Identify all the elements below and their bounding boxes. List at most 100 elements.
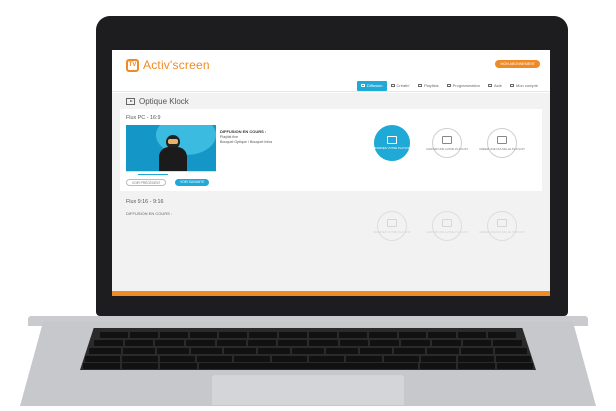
play-screen-icon [126, 98, 135, 105]
monitor-icon [361, 84, 366, 87]
calendar-icon [446, 84, 451, 87]
key [159, 332, 188, 338]
key [309, 340, 338, 346]
video-preview[interactable] [126, 125, 216, 171]
action-label: MODIFIER VOTRE PLAYLIST [373, 230, 411, 234]
flux-pc-panel: Flux PC - 16:9 DIFFUSION EN COURS : Play… [120, 109, 542, 191]
user-icon [509, 84, 514, 87]
key [493, 340, 523, 346]
key-row [85, 356, 531, 362]
main-content: Optique Klock Flux PC - 16:9 DIFFUSION E… [112, 93, 550, 291]
key [219, 332, 248, 338]
page-title-text: Optique Klock [139, 97, 189, 106]
key-row [94, 340, 523, 346]
key [431, 340, 461, 346]
flux-title: Flux PC - 16:9 [126, 115, 161, 121]
key [100, 332, 128, 338]
key [370, 340, 400, 346]
key [155, 340, 185, 346]
key [461, 348, 494, 354]
key [338, 332, 367, 338]
key [309, 332, 337, 338]
key [325, 348, 358, 354]
key [85, 356, 121, 362]
main-nav: Diffusion Créativ' Playlists Programmati… [112, 80, 550, 92]
next-button[interactable]: VOIR SUIVANTE [175, 179, 210, 186]
video-progress-bar[interactable] [126, 171, 216, 176]
nav-item-label: Créativ' [396, 83, 410, 88]
key [462, 340, 492, 346]
page-title: Optique Klock [126, 97, 189, 106]
key [458, 332, 487, 338]
key [368, 332, 397, 338]
nav-item-playlists[interactable]: Playlists [414, 81, 443, 91]
nav-item-programmation[interactable]: Programmation [443, 81, 484, 91]
nav-item-creativ[interactable]: Créativ' [387, 81, 414, 91]
diver-body [159, 147, 187, 171]
key [190, 348, 223, 354]
add-playlist-icon [487, 211, 517, 241]
nav-item-label: Mon compte [515, 83, 538, 88]
key [124, 340, 154, 346]
key [420, 356, 457, 362]
choose-playlist-action-disabled[interactable]: CHOISIR UNE AUTRE PLAYLIST [422, 211, 472, 241]
screen-glyph [387, 136, 397, 144]
flux-title: Flux 9:16 - 9:16 [126, 199, 164, 205]
key [258, 348, 291, 354]
nav-item-label: Programmation [452, 83, 480, 88]
flux-vertical-panel: Flux 9:16 - 9:16 DIFFUSION EN COURS : MO… [120, 193, 542, 275]
key [292, 348, 324, 354]
key [122, 356, 158, 362]
key [159, 356, 195, 362]
logo-text: Activ'screen [143, 58, 210, 72]
video-progress-fill [138, 174, 168, 175]
playlist-swap-icon [432, 211, 462, 241]
key [94, 340, 123, 346]
nav-item-mon-compte[interactable]: Mon compte [506, 81, 542, 91]
app-logo[interactable]: TV Activ'screen [126, 58, 210, 72]
create-playlist-action[interactable]: CRÉER UNE NOUVELLE PLAYLIST [477, 128, 527, 158]
edit-screen-icon [374, 125, 410, 161]
nav-item-aide[interactable]: Aide [484, 81, 506, 91]
key [216, 340, 246, 346]
key [488, 332, 517, 338]
app-header: TV Activ'screen MON ABONNEMENT [112, 50, 550, 80]
nav-item-label: Playlists [423, 83, 439, 88]
laptop-mockup: TV Activ'screen MON ABONNEMENT Diffusion… [0, 0, 616, 411]
nav-item-diffusion[interactable]: Diffusion [357, 80, 387, 91]
diver-mask [168, 139, 178, 144]
key [186, 340, 215, 346]
action-label: CHOISIR UNE AUTRE PLAYLIST [425, 230, 469, 234]
laptop-screen: TV Activ'screen MON ABONNEMENT Diffusion… [112, 50, 550, 296]
trackpad [212, 375, 404, 405]
key [458, 356, 494, 362]
key [189, 332, 218, 338]
create-playlist-action-disabled[interactable]: CRÉER UNE NOUVELLE PLAYLIST [477, 211, 527, 241]
previous-button[interactable]: VOIR PRÉCÉDENT [126, 179, 167, 186]
screen-glyph [497, 219, 507, 227]
key [308, 356, 345, 362]
key-row [100, 332, 517, 338]
key [339, 340, 369, 346]
key [224, 348, 257, 354]
keyboard [80, 328, 536, 370]
key [398, 332, 427, 338]
add-playlist-icon [487, 128, 517, 158]
key [83, 363, 120, 369]
screen-glyph [442, 136, 452, 144]
key [247, 340, 277, 346]
help-icon [487, 84, 492, 87]
subscription-button[interactable]: MON ABONNEMENT [495, 60, 540, 68]
screen-glyph [497, 136, 507, 144]
action-label: CRÉER UNE NOUVELLE PLAYLIST [479, 147, 525, 151]
key [271, 356, 307, 362]
choose-playlist-action[interactable]: CHOISIR UNE AUTRE PLAYLIST [422, 128, 472, 158]
key-row [83, 363, 533, 369]
key [156, 348, 189, 354]
key [279, 332, 308, 338]
tv-logo-icon: TV [126, 58, 139, 72]
key [122, 348, 155, 354]
modify-playlist-action-disabled[interactable]: MODIFIER VOTRE PLAYLIST [367, 211, 417, 241]
action-label: MODIFIER VOTRE PLAYLIST [373, 146, 411, 150]
modify-playlist-action[interactable]: MODIFIER VOTRE PLAYLIST [367, 125, 417, 161]
